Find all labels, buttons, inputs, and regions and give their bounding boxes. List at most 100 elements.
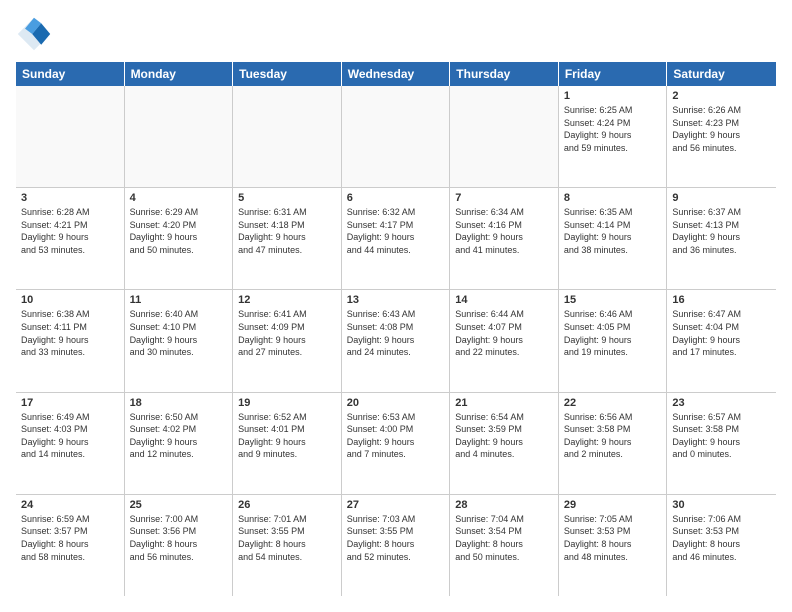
- day-info-4: Sunrise: 6:29 AMSunset: 4:20 PMDaylight:…: [130, 206, 228, 256]
- day-cell-9: 9 Sunrise: 6:37 AMSunset: 4:13 PMDaylight…: [667, 188, 776, 289]
- day-info-19: Sunrise: 6:52 AMSunset: 4:01 PMDaylight:…: [238, 411, 336, 461]
- day-cell-14: 14 Sunrise: 6:44 AMSunset: 4:07 PMDayligh…: [450, 290, 559, 391]
- day-number-17: 17: [21, 397, 119, 409]
- logo: [16, 16, 56, 52]
- day-cell-30: 30 Sunrise: 7:06 AMSunset: 3:53 PMDayligh…: [667, 495, 776, 596]
- day-cell-27: 27Sunrise: 7:03 AMSunset: 3:55 PMDayligh…: [342, 495, 451, 596]
- day-cell-19: 19 Sunrise: 6:52 AMSunset: 4:01 PMDayligh…: [233, 393, 342, 494]
- day-cell-26: 26 Sunrise: 7:01 AMSunset: 3:55 PMDayligh…: [233, 495, 342, 596]
- day-cell-4: 4 Sunrise: 6:29 AMSunset: 4:20 PMDaylight…: [125, 188, 234, 289]
- day-number-24: 24: [21, 499, 119, 511]
- day-number-1: 1: [564, 90, 662, 102]
- day-number-10: 10: [21, 294, 119, 306]
- day-cell-empty-0-1: [125, 86, 234, 187]
- header-day-friday: Friday: [559, 62, 668, 86]
- week-row-0: 1Sunrise: 6:25 AMSunset: 4:24 PMDaylight…: [16, 86, 776, 188]
- day-number-15: 15: [564, 294, 662, 306]
- day-info-26: Sunrise: 7:01 AMSunset: 3:55 PMDaylight:…: [238, 513, 336, 563]
- day-number-21: 21: [455, 397, 553, 409]
- day-cell-12: 12 Sunrise: 6:41 AMSunset: 4:09 PMDayligh…: [233, 290, 342, 391]
- day-info-21: Sunrise: 6:54 AMSunset: 3:59 PMDaylight:…: [455, 411, 553, 461]
- header-day-tuesday: Tuesday: [233, 62, 342, 86]
- day-number-13: 13: [347, 294, 445, 306]
- week-row-3: 17 Sunrise: 6:49 AMSunset: 4:03 PMDayligh…: [16, 393, 776, 495]
- week-row-1: 3Sunrise: 6:28 AMSunset: 4:21 PMDaylight…: [16, 188, 776, 290]
- header-day-wednesday: Wednesday: [342, 62, 451, 86]
- day-number-5: 5: [238, 192, 336, 204]
- day-cell-23: 23 Sunrise: 6:57 AMSunset: 3:58 PMDayligh…: [667, 393, 776, 494]
- week-row-2: 10 Sunrise: 6:38 AMSunset: 4:11 PMDayligh…: [16, 290, 776, 392]
- day-number-22: 22: [564, 397, 662, 409]
- calendar-body: 1Sunrise: 6:25 AMSunset: 4:24 PMDaylight…: [16, 86, 776, 596]
- day-cell-7: 7Sunrise: 6:34 AMSunset: 4:16 PMDaylight…: [450, 188, 559, 289]
- day-number-16: 16: [672, 294, 771, 306]
- day-cell-empty-0-3: [342, 86, 451, 187]
- day-number-23: 23: [672, 397, 771, 409]
- day-number-18: 18: [130, 397, 228, 409]
- day-number-4: 4: [130, 192, 228, 204]
- day-cell-17: 17 Sunrise: 6:49 AMSunset: 4:03 PMDayligh…: [16, 393, 125, 494]
- day-info-6: Sunrise: 6:32 AMSunset: 4:17 PMDaylight:…: [347, 206, 445, 256]
- day-info-23: Sunrise: 6:57 AMSunset: 3:58 PMDaylight:…: [672, 411, 771, 461]
- day-info-30: Sunrise: 7:06 AMSunset: 3:53 PMDaylight:…: [672, 513, 771, 563]
- day-cell-18: 18Sunrise: 6:50 AMSunset: 4:02 PMDayligh…: [125, 393, 234, 494]
- day-info-14: Sunrise: 6:44 AMSunset: 4:07 PMDaylight:…: [455, 308, 553, 358]
- day-info-12: Sunrise: 6:41 AMSunset: 4:09 PMDaylight:…: [238, 308, 336, 358]
- day-number-25: 25: [130, 499, 228, 511]
- day-cell-10: 10 Sunrise: 6:38 AMSunset: 4:11 PMDayligh…: [16, 290, 125, 391]
- week-row-4: 24Sunrise: 6:59 AMSunset: 3:57 PMDayligh…: [16, 495, 776, 596]
- day-info-20: Sunrise: 6:53 AMSunset: 4:00 PMDaylight:…: [347, 411, 445, 461]
- day-info-22: Sunrise: 6:56 AMSunset: 3:58 PMDaylight:…: [564, 411, 662, 461]
- day-cell-21: 21 Sunrise: 6:54 AMSunset: 3:59 PMDayligh…: [450, 393, 559, 494]
- day-cell-28: 28Sunrise: 7:04 AMSunset: 3:54 PMDayligh…: [450, 495, 559, 596]
- day-info-15: Sunrise: 6:46 AMSunset: 4:05 PMDaylight:…: [564, 308, 662, 358]
- header-day-monday: Monday: [125, 62, 234, 86]
- day-info-29: Sunrise: 7:05 AMSunset: 3:53 PMDaylight:…: [564, 513, 662, 563]
- day-cell-29: 29Sunrise: 7:05 AMSunset: 3:53 PMDayligh…: [559, 495, 668, 596]
- day-number-2: 2: [672, 90, 771, 102]
- day-cell-15: 15 Sunrise: 6:46 AMSunset: 4:05 PMDayligh…: [559, 290, 668, 391]
- day-info-10: Sunrise: 6:38 AMSunset: 4:11 PMDaylight:…: [21, 308, 119, 358]
- day-cell-20: 20Sunrise: 6:53 AMSunset: 4:00 PMDayligh…: [342, 393, 451, 494]
- calendar: SundayMondayTuesdayWednesdayThursdayFrid…: [16, 62, 776, 596]
- day-number-26: 26: [238, 499, 336, 511]
- day-info-17: Sunrise: 6:49 AMSunset: 4:03 PMDaylight:…: [21, 411, 119, 461]
- day-cell-22: 22 Sunrise: 6:56 AMSunset: 3:58 PMDayligh…: [559, 393, 668, 494]
- day-info-5: Sunrise: 6:31 AMSunset: 4:18 PMDaylight:…: [238, 206, 336, 256]
- day-number-28: 28: [455, 499, 553, 511]
- day-info-7: Sunrise: 6:34 AMSunset: 4:16 PMDaylight:…: [455, 206, 553, 256]
- day-cell-13: 13Sunrise: 6:43 AMSunset: 4:08 PMDayligh…: [342, 290, 451, 391]
- day-info-8: Sunrise: 6:35 AMSunset: 4:14 PMDaylight:…: [564, 206, 662, 256]
- day-cell-3: 3Sunrise: 6:28 AMSunset: 4:21 PMDaylight…: [16, 188, 125, 289]
- day-number-14: 14: [455, 294, 553, 306]
- day-number-8: 8: [564, 192, 662, 204]
- logo-icon: [16, 16, 52, 52]
- day-cell-5: 5 Sunrise: 6:31 AMSunset: 4:18 PMDaylight…: [233, 188, 342, 289]
- day-info-9: Sunrise: 6:37 AMSunset: 4:13 PMDaylight:…: [672, 206, 771, 256]
- day-info-3: Sunrise: 6:28 AMSunset: 4:21 PMDaylight:…: [21, 206, 119, 256]
- day-cell-25: 25 Sunrise: 7:00 AMSunset: 3:56 PMDayligh…: [125, 495, 234, 596]
- day-cell-2: 2 Sunrise: 6:26 AMSunset: 4:23 PMDaylight…: [667, 86, 776, 187]
- day-cell-1: 1Sunrise: 6:25 AMSunset: 4:24 PMDaylight…: [559, 86, 668, 187]
- day-info-16: Sunrise: 6:47 AMSunset: 4:04 PMDaylight:…: [672, 308, 771, 358]
- day-number-27: 27: [347, 499, 445, 511]
- day-cell-empty-0-0: [16, 86, 125, 187]
- day-info-25: Sunrise: 7:00 AMSunset: 3:56 PMDaylight:…: [130, 513, 228, 563]
- day-number-12: 12: [238, 294, 336, 306]
- day-cell-empty-0-4: [450, 86, 559, 187]
- day-number-19: 19: [238, 397, 336, 409]
- header: [16, 16, 776, 52]
- header-day-saturday: Saturday: [667, 62, 776, 86]
- calendar-header: SundayMondayTuesdayWednesdayThursdayFrid…: [16, 62, 776, 86]
- header-day-thursday: Thursday: [450, 62, 559, 86]
- day-number-11: 11: [130, 294, 228, 306]
- day-cell-6: 6 Sunrise: 6:32 AMSunset: 4:17 PMDaylight…: [342, 188, 451, 289]
- day-number-30: 30: [672, 499, 771, 511]
- day-number-6: 6: [347, 192, 445, 204]
- day-cell-24: 24Sunrise: 6:59 AMSunset: 3:57 PMDayligh…: [16, 495, 125, 596]
- day-info-2: Sunrise: 6:26 AMSunset: 4:23 PMDaylight:…: [672, 104, 771, 154]
- day-cell-11: 11 Sunrise: 6:40 AMSunset: 4:10 PMDayligh…: [125, 290, 234, 391]
- day-cell-empty-0-2: [233, 86, 342, 187]
- day-number-9: 9: [672, 192, 771, 204]
- day-info-11: Sunrise: 6:40 AMSunset: 4:10 PMDaylight:…: [130, 308, 228, 358]
